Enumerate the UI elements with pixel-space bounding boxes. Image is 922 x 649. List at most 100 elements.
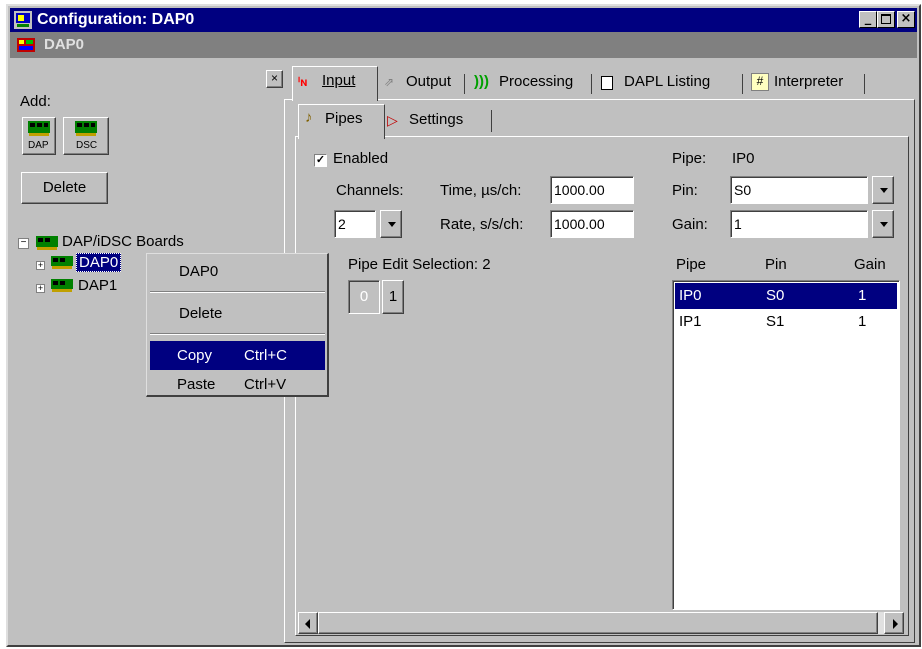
list-cell-pin: S0 (766, 287, 785, 304)
subtab-settings-label: Settings (409, 111, 464, 128)
close-icon: × (900, 11, 912, 26)
minimize-button[interactable]: _ (859, 11, 877, 28)
gain-label: Gain: (672, 216, 708, 233)
dap-board-icon (28, 121, 50, 136)
scroll-left-button[interactable] (298, 612, 318, 634)
pipes-panel: ✓ Enabled Channels: 2 Time, µs/ch: 1000.… (295, 136, 909, 636)
list-cell-gain: 1 (858, 287, 867, 304)
menu-item-delete[interactable]: Delete (150, 299, 325, 328)
subtab-settings[interactable]: ▷ Settings (383, 108, 493, 138)
tab-interpreter[interactable]: # Interpreter (747, 68, 865, 100)
close-icon: × (270, 71, 278, 85)
add-dsc-button[interactable]: DSC (63, 117, 109, 155)
menu-shortcut: Ctrl+V (244, 376, 287, 393)
menu-item-paste[interactable]: Paste Ctrl+V (150, 370, 325, 399)
list-row[interactable]: IP1 S1 1 (675, 309, 897, 335)
delete-button-label: Delete (42, 179, 87, 196)
dap-label: DAP (28, 140, 49, 151)
context-menu: DAP0 Delete Copy Ctrl+C Paste Ctrl+V (146, 253, 329, 397)
input-icon: ⁱɴ (298, 75, 308, 89)
tab-panel: ♪ Pipes ▷ Settings ✓ Enabled Channels: 2… (284, 99, 915, 643)
settings-icon: ▷ (387, 112, 398, 128)
list-cell-gain: 1 (858, 313, 867, 330)
tree-collapse-toggle[interactable]: − (18, 238, 29, 249)
rate-input[interactable]: 1000.00 (550, 210, 634, 238)
interpreter-icon: # (751, 73, 769, 91)
tab-input-label: Input (322, 72, 356, 89)
horizontal-scrollbar[interactable] (298, 612, 904, 634)
tab-output[interactable]: ⇗ Output (376, 68, 466, 100)
tab-processing[interactable]: ))) Processing (469, 68, 593, 100)
tab-output-label: Output (406, 73, 452, 90)
panel-close-button[interactable]: × (266, 70, 283, 88)
add-label: Add: (20, 93, 51, 110)
tab-processing-label: Processing (499, 73, 574, 90)
list-header-gain: Gain (854, 256, 886, 273)
list-row[interactable]: IP0 S0 1 (675, 283, 897, 309)
title-bar[interactable]: Configuration: DAP0 _ × (10, 8, 917, 32)
list-cell-pipe: IP0 (679, 287, 702, 304)
window-title: Configuration: DAP0 (37, 11, 195, 28)
dsc-label: DSC (76, 140, 98, 151)
tree-item-dap0[interactable]: DAP0 (76, 253, 122, 272)
pin-dropdown-button[interactable] (872, 176, 894, 204)
pipe-edit-selection-label: Pipe Edit Selection: 2 (348, 256, 491, 273)
enabled-label: Enabled (333, 150, 389, 167)
board-icon (16, 36, 36, 54)
time-input[interactable]: 1000.00 (550, 176, 634, 204)
subtab-pipes[interactable]: ♪ Pipes (298, 104, 385, 139)
pipe-label: Pipe: (672, 150, 707, 167)
tab-dapl-listing-label: DAPL Listing (624, 73, 711, 90)
gain-dropdown-button[interactable] (872, 210, 894, 238)
boards-folder-icon (36, 236, 58, 250)
list-cell-pin: S1 (766, 313, 785, 330)
scroll-thumb[interactable] (318, 612, 878, 634)
listing-icon (601, 76, 613, 90)
pin-select[interactable]: S0 (730, 176, 868, 204)
configuration-window: Configuration: DAP0 _ × DAP0 × Add: DAP (6, 4, 921, 647)
tree-expand-toggle[interactable]: + (36, 284, 45, 293)
scroll-right-button[interactable] (884, 612, 904, 634)
processing-icon: ))) (474, 73, 489, 90)
menu-header-dap0: DAP0 (179, 263, 219, 280)
tree-item-dap1[interactable]: DAP1 (78, 277, 117, 294)
list-header-pipe: Pipe (676, 256, 707, 273)
dap1-board-icon (51, 279, 73, 292)
channels-label: Channels: (336, 182, 404, 199)
pipe-value: IP0 (732, 150, 755, 167)
maximize-icon (881, 14, 891, 24)
selection-button-0[interactable]: 0 (348, 280, 380, 314)
menu-divider (150, 333, 325, 335)
selection-button-1[interactable]: 1 (382, 280, 404, 314)
chevron-left-icon (305, 619, 310, 629)
channels-dropdown-button[interactable] (380, 210, 402, 238)
delete-button[interactable]: Delete (21, 172, 108, 204)
add-dap-button[interactable]: DAP (22, 117, 56, 155)
menu-shortcut: Ctrl+C (244, 347, 287, 364)
pin-label: Pin: (672, 182, 698, 199)
tab-interpreter-label: Interpreter (774, 73, 844, 90)
maximize-button[interactable] (877, 11, 895, 28)
document-bar: DAP0 (10, 32, 917, 58)
close-button[interactable]: × (897, 11, 915, 28)
enabled-checkbox[interactable]: ✓ (314, 154, 327, 167)
time-label: Time, µs/ch: (440, 182, 522, 199)
tab-dapl-listing[interactable]: DAPL Listing (596, 68, 744, 100)
menu-divider (150, 291, 325, 293)
rate-label: Rate, s/s/ch: (440, 216, 524, 233)
tab-input[interactable]: ⁱɴ Input (292, 66, 378, 101)
pipes-icon: ♪ (305, 109, 313, 126)
gain-select[interactable]: 1 (730, 210, 868, 238)
chevron-right-icon (893, 619, 898, 629)
tree-expand-toggle[interactable]: + (36, 261, 45, 270)
dsc-board-icon (75, 121, 97, 136)
menu-item-copy[interactable]: Copy Ctrl+C (150, 341, 325, 370)
output-icon: ⇗ (384, 75, 395, 89)
subtab-pipes-label: Pipes (325, 110, 363, 127)
pipe-list[interactable]: IP0 S0 1 IP1 S1 1 (672, 280, 900, 610)
dap0-board-icon (51, 256, 73, 269)
list-header-pin: Pin (765, 256, 787, 273)
tree-root-label[interactable]: DAP/iDSC Boards (62, 233, 184, 250)
list-cell-pipe: IP1 (679, 313, 702, 330)
channels-select[interactable]: 2 (334, 210, 376, 238)
